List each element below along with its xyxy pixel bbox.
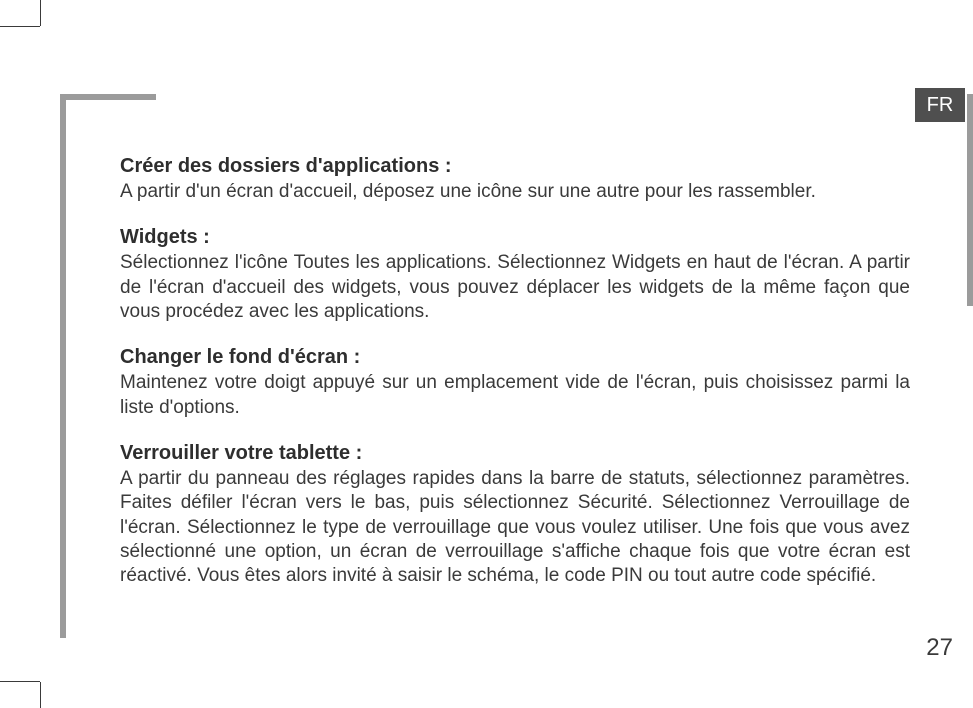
section-body: Maintenez votre doigt appuyé sur un empl… bbox=[120, 371, 910, 420]
section-heading: Widgets : bbox=[120, 226, 910, 249]
crop-mark bbox=[40, 682, 41, 708]
page-number: 27 bbox=[926, 634, 953, 662]
side-bar-left bbox=[60, 94, 66, 638]
section-body: A partir du panneau des réglages rapides… bbox=[120, 467, 910, 589]
section-body: Sélectionnez l'icône Toutes les applicat… bbox=[120, 251, 910, 324]
side-bar-top bbox=[60, 94, 156, 100]
side-bar-right bbox=[967, 94, 973, 306]
language-tab: FR bbox=[915, 88, 965, 122]
crop-mark bbox=[0, 26, 40, 27]
section-heading: Verrouiller votre tablette : bbox=[120, 442, 910, 465]
manual-page: FR Créer des dossiers d'applications : A… bbox=[0, 0, 973, 708]
section-wallpaper: Changer le fond d'écran : Maintenez votr… bbox=[120, 346, 910, 420]
section-heading: Créer des dossiers d'applications : bbox=[120, 155, 910, 178]
crop-mark bbox=[0, 681, 40, 682]
content-area: Créer des dossiers d'applications : A pa… bbox=[120, 155, 910, 588]
section-heading: Changer le fond d'écran : bbox=[120, 346, 910, 369]
crop-mark bbox=[40, 0, 41, 26]
section-widgets: Widgets : Sélectionnez l'icône Toutes le… bbox=[120, 226, 910, 324]
language-tab-label: FR bbox=[927, 94, 954, 117]
section-lock-tablet: Verrouiller votre tablette : A partir du… bbox=[120, 442, 910, 589]
section-body: A partir d'un écran d'accueil, déposez u… bbox=[120, 180, 910, 204]
section-create-folders: Créer des dossiers d'applications : A pa… bbox=[120, 155, 910, 204]
